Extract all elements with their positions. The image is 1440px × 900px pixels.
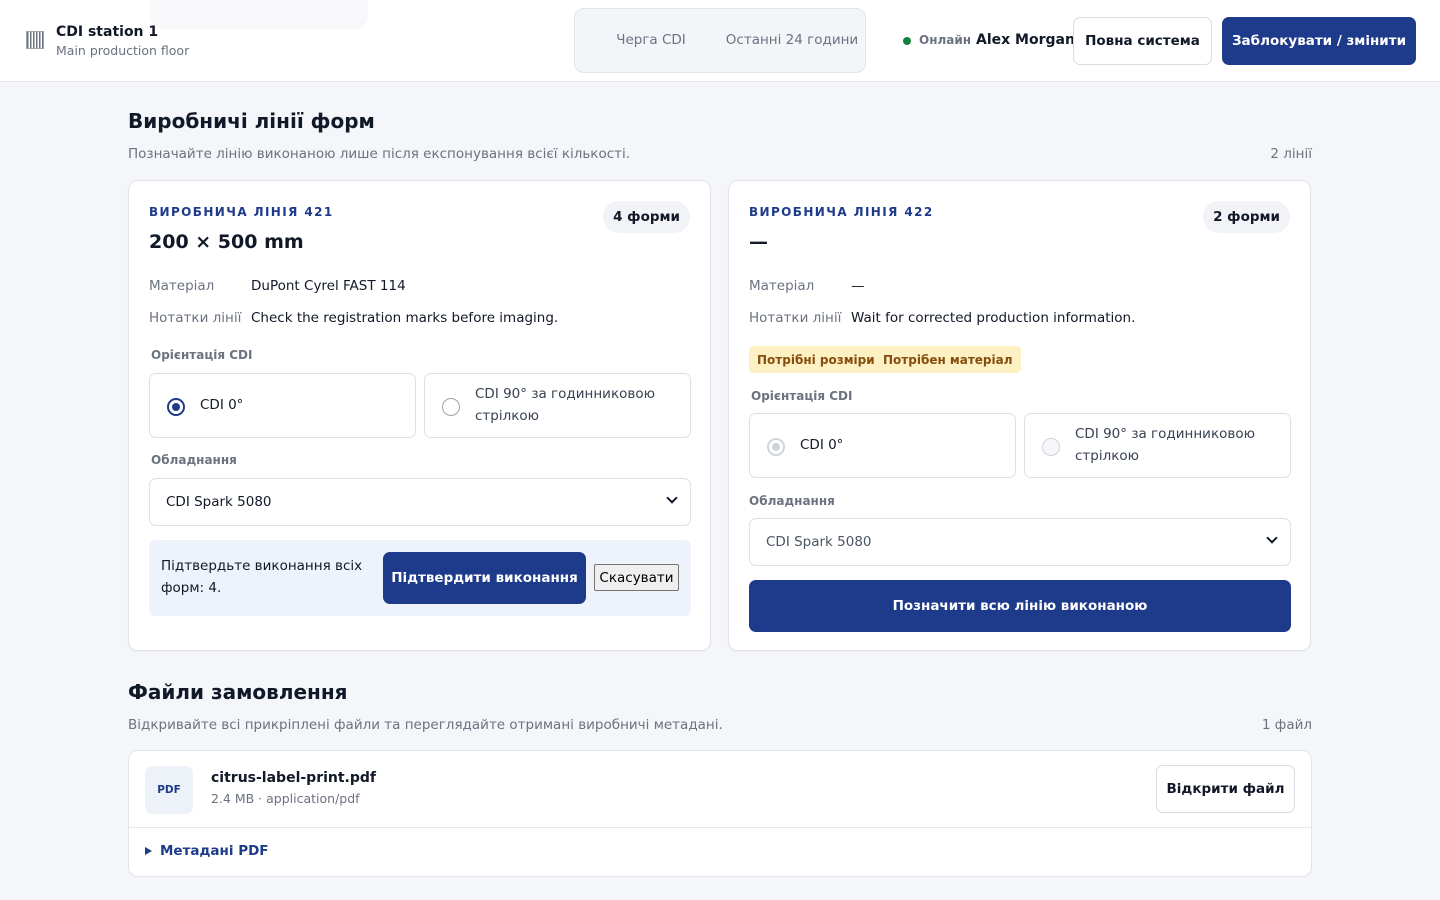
full-system-button[interactable]: Повна система bbox=[1073, 17, 1212, 65]
material-label: Матеріал bbox=[749, 278, 815, 294]
view-tabs: Черга CDI Останні 24 години bbox=[574, 8, 866, 73]
confirm-completion-text: Підтвердьте виконання всіх форм: 4. bbox=[161, 558, 363, 597]
equipment-label: Обладнання bbox=[749, 494, 835, 508]
orientation-label: Орієнтація CDI bbox=[151, 348, 253, 362]
equipment-select-value: CDI Spark 5080 bbox=[166, 494, 272, 510]
online-status-dot-icon bbox=[903, 37, 911, 45]
open-file-button[interactable]: Відкрити файл bbox=[1156, 765, 1295, 813]
form-count-badge: 4 форми bbox=[603, 201, 690, 233]
equipment-select[interactable]: CDI Spark 5080 bbox=[749, 518, 1291, 566]
notes-value: Wait for corrected production informatio… bbox=[851, 310, 1136, 326]
file-card: PDF citrus-label-print.pdf 2.4 MB · appl… bbox=[128, 750, 1312, 877]
lines-section-title: Виробничі лінії форм bbox=[128, 109, 375, 133]
orientation-label: Орієнтація CDI bbox=[751, 389, 853, 403]
lock-switch-button[interactable]: Заблокувати / змінити bbox=[1222, 17, 1416, 65]
form-count-badge: 2 форми bbox=[1203, 201, 1290, 233]
orientation-option-label: CDI 90° за годинниковою стрілкою bbox=[475, 385, 655, 424]
cancel-button[interactable]: Скасувати bbox=[594, 564, 679, 591]
equipment-label: Обладнання bbox=[151, 453, 237, 467]
chevron-down-icon bbox=[1266, 532, 1278, 544]
orientation-option-label: CDI 0° bbox=[200, 396, 244, 413]
notes-label: Нотатки лінії bbox=[149, 310, 242, 326]
line-kicker: ВИРОБНИЧА ЛІНІЯ 422 bbox=[749, 205, 934, 219]
orientation-option-label: CDI 0° bbox=[800, 436, 844, 453]
user-name: Alex Morgan bbox=[976, 32, 1075, 48]
orientation-option-90[interactable]: CDI 90° за годинниковою стрілкою bbox=[1024, 413, 1291, 478]
files-section-description: Відкривайте всі прикріплені файли та пер… bbox=[128, 717, 723, 733]
lines-count: 2 лінії bbox=[1270, 146, 1312, 162]
radio-disabled-checked-icon[interactable] bbox=[767, 438, 785, 456]
equipment-select-value: CDI Spark 5080 bbox=[766, 534, 872, 550]
notes-label: Нотатки лінії bbox=[749, 310, 842, 326]
line-size: 200 × 500 mm bbox=[149, 231, 304, 253]
online-status-label: Онлайн bbox=[919, 33, 972, 47]
station-subtitle: Main production floor bbox=[56, 43, 190, 58]
material-value: — bbox=[851, 278, 865, 294]
tab-cdi-queue[interactable]: Черга CDI bbox=[583, 9, 719, 72]
material-label: Матеріал bbox=[149, 278, 215, 294]
file-name: citrus-label-print.pdf bbox=[211, 770, 377, 786]
pdf-file-icon: PDF bbox=[145, 766, 193, 814]
files-count: 1 файл bbox=[1261, 717, 1312, 733]
orientation-option-90[interactable]: CDI 90° за годинниковою стрілкою bbox=[424, 373, 691, 438]
line-size: — bbox=[749, 231, 768, 253]
tab-last-24-hours[interactable]: Останні 24 години bbox=[725, 9, 859, 72]
line-kicker: ВИРОБНИЧА ЛІНІЯ 421 bbox=[149, 205, 334, 219]
orientation-option-0[interactable]: CDI 0° bbox=[149, 373, 416, 438]
station-grid-icon bbox=[26, 31, 44, 49]
file-meta: 2.4 MB · application/pdf bbox=[211, 791, 360, 806]
files-section-title: Файли замовлення bbox=[128, 680, 348, 704]
top-header: CDI station 1 Main production floor Черг… bbox=[0, 0, 1440, 82]
orientation-option-label: CDI 90° за годинниковою стрілкою bbox=[1075, 425, 1255, 464]
radio-disabled-icon[interactable] bbox=[1042, 438, 1060, 456]
header-ghost-tab bbox=[150, 0, 368, 30]
needs-dimensions-badge: Потрібні розміри bbox=[749, 346, 883, 373]
caret-right-icon bbox=[145, 847, 152, 855]
pdf-metadata-toggle[interactable]: Метадані PDF bbox=[145, 843, 269, 859]
material-value: DuPont Cyrel FAST 114 bbox=[251, 278, 406, 294]
production-line-card-422: ВИРОБНИЧА ЛІНІЯ 422 — 2 форми Матеріал —… bbox=[728, 180, 1311, 651]
radio-checked-icon[interactable] bbox=[167, 398, 185, 416]
orientation-option-0[interactable]: CDI 0° bbox=[749, 413, 1016, 478]
mark-line-done-button[interactable]: Позначити всю лінію виконаною bbox=[749, 580, 1291, 632]
file-divider bbox=[129, 827, 1311, 828]
chevron-down-icon bbox=[666, 492, 678, 504]
production-line-card-421: ВИРОБНИЧА ЛІНІЯ 421 200 × 500 mm 4 форми… bbox=[128, 180, 711, 651]
needs-material-badge: Потрібен матеріал bbox=[875, 346, 1021, 373]
equipment-select[interactable]: CDI Spark 5080 bbox=[149, 478, 691, 526]
station-name: CDI station 1 bbox=[56, 24, 159, 40]
lines-section-description: Позначайте лінію виконаною лише після ек… bbox=[128, 146, 631, 162]
confirm-completion-button[interactable]: Підтвердити виконання bbox=[383, 552, 586, 604]
pdf-metadata-toggle-label: Метадані PDF bbox=[160, 843, 269, 859]
notes-value: Check the registration marks before imag… bbox=[251, 310, 559, 326]
radio-unchecked-icon[interactable] bbox=[442, 398, 460, 416]
confirm-completion-panel: Підтвердьте виконання всіх форм: 4. Підт… bbox=[149, 540, 691, 616]
